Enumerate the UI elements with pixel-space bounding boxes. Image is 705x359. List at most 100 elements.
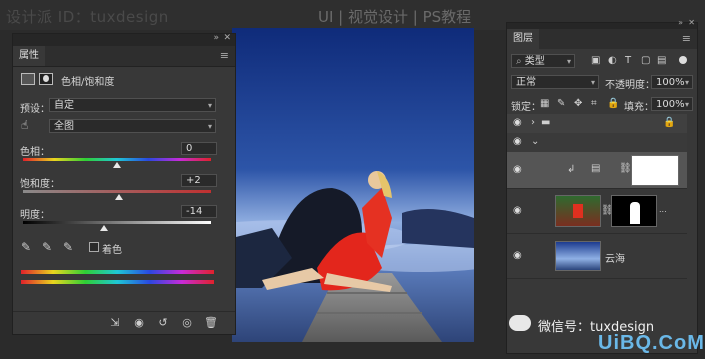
lightness-label: 明度： (20, 210, 50, 221)
layer-row-subgroup[interactable]: ◉ ⌄ (507, 133, 687, 153)
layer-name-cloud-sea: 云海 (605, 254, 625, 265)
site-brand-text: UiBQ.CoM (598, 332, 705, 354)
wechat-logo-icon (509, 315, 531, 331)
eyedropper-add-icon[interactable]: ✎ (42, 240, 52, 254)
lock-artboard-icon[interactable]: ⌗ (591, 98, 597, 109)
layer-thumbnail-cloud-sea[interactable] (555, 241, 601, 271)
type-filter-icon[interactable]: T (625, 55, 631, 66)
hamburger-icon[interactable]: ≡ (682, 32, 691, 45)
layer-row-hue-saturation[interactable]: ◉ ↲ ▤ ⛓ (507, 152, 687, 189)
fill-value: 100% (656, 99, 685, 110)
saturation-slider-thumb[interactable] (114, 194, 123, 200)
hue-label: 色相： (20, 147, 50, 158)
watermark-left-text: 设计派 ID：tuxdesign (6, 8, 169, 26)
layer-row-girl[interactable]: ◉ ⛓ ... (507, 189, 687, 234)
lock-icon: 🔒 (663, 117, 676, 128)
layers-tabbar: 图层 ≡ (507, 29, 697, 49)
preset-dropdown[interactable]: 自定 ▾ (49, 98, 216, 112)
layer-filter-value: 类型 (524, 56, 545, 67)
input-spectrum-bar (21, 270, 214, 274)
channel-value: 全图 (54, 121, 74, 132)
layer-row-group[interactable]: ◉ › ▬ 🔒 (507, 114, 687, 134)
mask-icon[interactable] (39, 73, 53, 85)
hue-slider-track[interactable] (23, 158, 211, 161)
pixel-filter-icon[interactable]: ▣ (591, 55, 600, 66)
reset-icon[interactable]: ↺ (155, 315, 171, 331)
clipping-arrow-icon: ↲ (567, 164, 576, 175)
view-previous-state-icon[interactable]: ◉ (131, 315, 147, 331)
lightness-input[interactable]: -14 (181, 205, 217, 218)
close-icon[interactable]: ✕ (688, 18, 695, 27)
output-spectrum-bar (21, 280, 214, 284)
search-icon: ⌕ (516, 56, 525, 67)
layer-effects-icon: ... (659, 205, 667, 214)
tab-properties[interactable]: 属性 (13, 46, 45, 66)
saturation-slider-track[interactable] (23, 190, 211, 193)
colorize-checkbox[interactable] (89, 242, 99, 252)
lightness-slider-thumb[interactable] (99, 225, 108, 231)
lock-transparent-icon[interactable]: ▦ (540, 98, 549, 109)
saturation-input[interactable]: +2 (181, 174, 217, 187)
shape-filter-icon[interactable]: ▢ (641, 55, 650, 66)
hamburger-icon[interactable]: ≡ (220, 49, 229, 62)
hue-input[interactable]: 0 (181, 142, 217, 155)
eye-icon[interactable]: ◉ (513, 164, 522, 175)
lightness-slider-track[interactable] (23, 221, 211, 224)
opacity-input[interactable]: 100% ▾ (651, 75, 693, 89)
layer-thumbnail-girl[interactable] (555, 195, 601, 227)
eyedropper-icon[interactable]: ✎ (21, 240, 31, 254)
eye-icon[interactable]: ◉ (513, 136, 522, 147)
chevron-down-icon: ▾ (207, 122, 212, 131)
fill-input[interactable]: 100% ▾ (651, 97, 693, 111)
close-icon[interactable]: ✕ (223, 33, 231, 43)
targeted-adjustment-hand-icon[interactable]: ☝ (21, 118, 28, 132)
chevron-down-icon: ▾ (566, 57, 571, 66)
chevron-right-icon[interactable]: › (531, 117, 535, 128)
properties-panel-header: » ✕ (13, 33, 235, 46)
artwork-image (232, 28, 474, 342)
lock-label: 锁定： (511, 102, 541, 113)
layer-filter-dropdown[interactable]: ⌕ 类型 ▾ (511, 54, 575, 68)
eyedropper-subtract-icon[interactable]: ✎ (63, 240, 73, 254)
adjustment-filter-icon[interactable]: ◐ (608, 55, 617, 66)
chevron-down-icon[interactable]: ⌄ (531, 136, 539, 147)
fill-label: 填充： (624, 102, 654, 113)
adjustment-title: 色相/饱和度 (61, 77, 115, 88)
chain-link-icon[interactable]: ⛓ (619, 163, 632, 174)
hue-saturation-icon: ▤ (591, 163, 601, 174)
eye-icon[interactable]: ◉ (513, 250, 522, 261)
filter-toggle[interactable] (679, 56, 687, 64)
layer-mask-thumbnail-girl[interactable] (611, 195, 657, 227)
layer-row-cloud-sea[interactable]: ◉ 云海 (507, 234, 687, 279)
colorize-label: 着色 (102, 245, 122, 256)
tab-layers[interactable]: 图层 (507, 29, 539, 49)
lock-all-icon[interactable]: 🔒 (607, 98, 619, 109)
trash-icon[interactable]: 🗑 (203, 315, 219, 331)
hue-saturation-icon (21, 73, 35, 85)
opacity-value: 100% (656, 77, 685, 88)
preset-label: 预设： (20, 104, 50, 115)
smart-object-filter-icon[interactable]: ▤ (657, 55, 666, 66)
document-canvas[interactable] (232, 28, 474, 342)
watermark-right-text: UI | 视觉设计 | PS教程 (318, 8, 472, 26)
properties-bottom-toolbar: ⇲ ◉ ↺ ◎ 🗑 (13, 311, 235, 334)
clip-to-layer-icon[interactable]: ⇲ (107, 315, 123, 331)
collapse-icon[interactable]: » (678, 18, 683, 27)
hue-slider-thumb[interactable] (113, 162, 121, 168)
folder-icon: ▬ (541, 117, 551, 128)
lock-position-icon[interactable]: ✥ (574, 98, 582, 109)
lock-image-icon[interactable]: ✎ (557, 98, 565, 109)
properties-panel: » ✕ 属性 ≡ 色相/饱和度 预设： 自定 ▾ ☝ 全图 ▾ 色相： 0 饱和… (12, 33, 236, 335)
layer-mask-thumbnail[interactable] (631, 155, 679, 186)
chevron-down-icon: ▾ (207, 101, 212, 110)
eye-icon[interactable]: ◎ (179, 315, 195, 331)
blend-mode-value: 正常 (516, 77, 536, 88)
layers-panel: » ✕ 图层 ≡ ⌕ 类型 ▾ ▣ ◐ T ▢ ▤ 正常 ▾ 不透明度： 100… (506, 18, 698, 354)
eye-icon[interactable]: ◉ (513, 117, 522, 128)
channel-dropdown[interactable]: 全图 ▾ (49, 119, 216, 133)
preset-value: 自定 (54, 100, 74, 111)
eye-icon[interactable]: ◉ (513, 205, 522, 216)
collapse-icon[interactable]: » (213, 33, 219, 43)
chevron-down-icon: ▾ (684, 78, 689, 87)
blend-mode-dropdown[interactable]: 正常 ▾ (511, 75, 599, 89)
